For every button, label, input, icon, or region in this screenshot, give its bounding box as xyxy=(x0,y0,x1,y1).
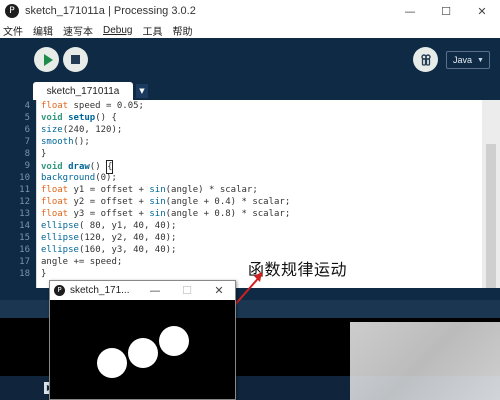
run-button[interactable] xyxy=(34,47,59,72)
line-number-gutter: 4 5 6 7 8 9 10 11 12 13 14 15 16 17 18 xyxy=(0,100,36,288)
menu-edit[interactable]: 编辑 xyxy=(28,23,58,38)
sketch-close-button[interactable]: ✕ xyxy=(203,281,235,300)
line-number: 18 xyxy=(19,269,30,279)
scrollbar-thumb[interactable] xyxy=(486,144,496,290)
stop-icon xyxy=(71,55,80,64)
window-controls: — ☐ ✕ xyxy=(392,0,500,22)
line-number: 12 xyxy=(19,197,30,207)
code-line: angle += speed; xyxy=(41,257,123,267)
menu-tools[interactable]: 工具 xyxy=(137,23,167,38)
line-number: 7 xyxy=(24,137,30,147)
menu-help[interactable]: 帮助 xyxy=(167,23,197,38)
menu-bar: 文件 编辑 速写本 Debug 工具 帮助 xyxy=(0,22,500,38)
code-line: float y3 = offset + sin(angle + 0.8) * s… xyxy=(41,209,291,219)
processing-app-icon: P xyxy=(54,285,65,296)
sketch-canvas xyxy=(50,300,235,399)
maximize-button[interactable]: ☐ xyxy=(428,0,464,22)
ellipse-1 xyxy=(97,348,127,378)
code-line: ellipse(120, y2, 40, 40); xyxy=(41,233,177,243)
line-number: 8 xyxy=(24,149,30,159)
mode-selector[interactable]: Java ▼ xyxy=(446,51,490,69)
vertical-scrollbar[interactable] xyxy=(482,100,500,290)
code-line: void draw() { xyxy=(41,160,114,174)
sketch-output-window[interactable]: P sketch_171... — ☐ ✕ xyxy=(49,280,236,400)
code-line: ellipse(160, y3, 40, 40); xyxy=(41,245,177,255)
code-line: } xyxy=(41,269,47,279)
line-number: 6 xyxy=(24,125,30,135)
toolbar: Java ▼ xyxy=(0,38,500,82)
code-line: smooth(); xyxy=(41,137,90,147)
code-line: float y1 = offset + sin(angle) * scalar; xyxy=(41,185,258,195)
sketch-title-bar[interactable]: P sketch_171... — ☐ ✕ xyxy=(50,281,235,300)
sketch-window-title: sketch_171... xyxy=(70,285,130,296)
code-line: float speed = 0.05; xyxy=(41,101,144,111)
debugger-button[interactable] xyxy=(413,47,438,72)
line-number: 17 xyxy=(19,257,30,267)
line-number: 14 xyxy=(19,221,30,231)
window-title: sketch_171011a | Processing 3.0.2 xyxy=(25,5,196,17)
chevron-down-icon: ▼ xyxy=(477,56,484,64)
debugger-icon xyxy=(420,53,431,66)
line-number: 9 xyxy=(24,161,30,171)
tab-bar: sketch_171011a ▼ xyxy=(0,82,500,100)
stop-button[interactable] xyxy=(63,47,88,72)
code-line: ellipse( 80, y1, 40, 40); xyxy=(41,221,177,231)
line-number: 15 xyxy=(19,233,30,243)
ellipse-2 xyxy=(128,338,158,368)
minimize-button[interactable]: — xyxy=(392,0,428,22)
line-number: 11 xyxy=(19,185,30,195)
line-number: 4 xyxy=(24,101,30,111)
watermark xyxy=(350,322,500,400)
ellipse-3 xyxy=(159,326,189,356)
sketch-window-controls: — ☐ ✕ xyxy=(139,281,235,300)
menu-debug[interactable]: Debug xyxy=(98,25,137,36)
code-line: float y2 = offset + sin(angle + 0.4) * s… xyxy=(41,197,291,207)
sketch-minimize-button[interactable]: — xyxy=(139,281,171,300)
tab-menu-arrow-icon[interactable]: ▼ xyxy=(136,84,148,98)
mode-label: Java xyxy=(453,55,473,65)
line-number: 13 xyxy=(19,209,30,219)
code-line: } xyxy=(41,149,47,159)
line-number: 16 xyxy=(19,245,30,255)
play-icon xyxy=(43,53,53,66)
tab-sketch[interactable]: sketch_171011a xyxy=(33,82,133,100)
title-bar: P sketch_171011a | Processing 3.0.2 — ☐ … xyxy=(0,0,500,22)
line-number: 5 xyxy=(24,113,30,123)
sketch-maximize-button[interactable]: ☐ xyxy=(171,281,203,300)
close-button[interactable]: ✕ xyxy=(464,0,500,22)
code-line: void setup() { xyxy=(41,113,117,123)
code-line: size(240, 120); xyxy=(41,125,123,135)
code-line: background(0); xyxy=(41,173,117,183)
menu-file[interactable]: 文件 xyxy=(0,23,28,38)
menu-sketch[interactable]: 速写本 xyxy=(58,23,98,38)
line-number: 10 xyxy=(19,173,30,183)
processing-app-icon: P xyxy=(5,4,19,18)
